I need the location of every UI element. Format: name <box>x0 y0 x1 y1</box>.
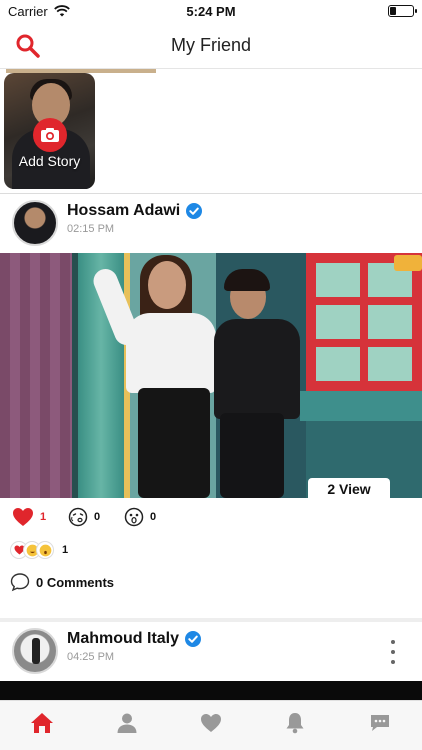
stories-divider <box>0 193 422 194</box>
post-author-name[interactable]: Hossam Adawi <box>67 202 180 220</box>
add-story-card[interactable]: Add Story <box>4 73 95 189</box>
post-author-row-2: Mahmoud Italy <box>67 630 202 648</box>
love-count: 1 <box>40 511 47 523</box>
avatar[interactable] <box>12 200 58 246</box>
laugh-face-icon <box>68 507 88 527</box>
search-icon <box>16 34 40 58</box>
profile-icon <box>117 713 137 733</box>
add-story-label: Add Story <box>18 153 81 169</box>
status-bar: Carrier 5:24 PM <box>0 0 422 22</box>
status-time: 5:24 PM <box>186 3 236 19</box>
more-options-icon[interactable] <box>388 640 398 664</box>
photo-person1-body <box>126 313 216 393</box>
comment-icon <box>10 573 30 592</box>
photo-window <box>306 253 422 393</box>
post-header-2: Mahmoud Italy 04:25 PM <box>0 624 422 680</box>
post-author-name-2[interactable]: Mahmoud Italy <box>67 630 179 648</box>
add-story-button[interactable] <box>33 118 67 152</box>
reaction-summary-count: 1 <box>62 544 69 556</box>
haha-reaction[interactable]: 0 <box>68 507 100 527</box>
photo-person2-body <box>214 319 300 419</box>
post-image[interactable] <box>0 253 422 498</box>
verified-icon <box>185 631 202 647</box>
battery-icon <box>388 5 417 17</box>
post-header: Hossam Adawi 02:15 PM <box>0 196 422 252</box>
post-time: 02:15 PM <box>67 223 115 235</box>
stories-strip: Add Story <box>0 69 422 193</box>
haha-count: 0 <box>94 511 101 523</box>
chat-icon <box>370 715 389 731</box>
tab-bar <box>0 700 422 750</box>
view-count-badge[interactable]: 2 View <box>308 478 390 500</box>
photo-ledge <box>300 391 422 421</box>
camera-icon <box>41 128 59 142</box>
header: My Friend <box>0 22 422 68</box>
post-image-2[interactable] <box>0 681 422 701</box>
heart-icon <box>13 508 33 526</box>
tab-favorites[interactable] <box>191 709 231 737</box>
avatar-2[interactable] <box>12 628 58 674</box>
photo-person1-head <box>148 261 186 309</box>
reactions-row: 1 0 0 <box>0 503 422 533</box>
post-divider <box>0 618 422 622</box>
post-time-2: 04:25 PM <box>67 651 115 663</box>
verified-icon <box>186 203 203 219</box>
photo-person2-hair <box>224 269 270 291</box>
tab-messages[interactable] <box>360 709 400 737</box>
reaction-summary[interactable]: 1 <box>10 541 68 559</box>
wow-reaction[interactable]: 0 <box>124 507 156 527</box>
heart-icon <box>200 714 221 732</box>
mini-wow-icon <box>36 541 54 559</box>
surprised-face-icon <box>124 507 144 527</box>
photo-wall-left <box>0 253 72 498</box>
post-author-row: Hossam Adawi <box>67 202 203 220</box>
home-icon <box>31 713 54 733</box>
bell-icon <box>286 713 304 734</box>
comments-button[interactable]: 0 Comments <box>10 572 114 592</box>
page-title: My Friend <box>170 34 251 55</box>
love-reaction[interactable]: 1 <box>12 507 46 527</box>
photo-person2-legs <box>220 413 284 498</box>
photo-person1-legs <box>138 388 210 498</box>
tab-profile[interactable] <box>107 709 147 737</box>
search-button[interactable] <box>14 32 42 60</box>
photo-sign <box>394 255 422 271</box>
wow-count: 0 <box>150 511 157 523</box>
tab-home[interactable] <box>22 709 62 737</box>
comments-label: 0 Comments <box>36 574 115 590</box>
tab-notifications[interactable] <box>275 709 315 737</box>
